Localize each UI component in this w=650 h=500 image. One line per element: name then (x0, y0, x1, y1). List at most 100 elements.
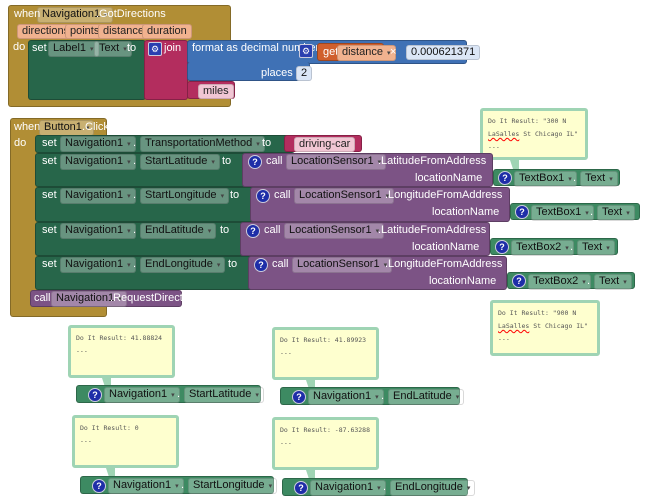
property-dropdown[interactable]: StartLatitude ▾ (184, 387, 264, 403)
help-icon[interactable]: ? (294, 481, 308, 495)
variable-dropdown[interactable]: distance ▾ (337, 45, 396, 61)
navigation1-dropdown[interactable]: Navigation1 ▾ (60, 136, 136, 152)
dot-label: . (133, 224, 137, 236)
comment-line: --- (488, 143, 500, 151)
help-icon[interactable]: ? (512, 274, 526, 288)
do-it-result-bubble[interactable]: Do It Result: 0 --- (72, 415, 179, 477)
location-sensor-dropdown[interactable]: LocationSensor1 ▾ (284, 223, 385, 239)
help-icon[interactable]: ? (292, 390, 306, 404)
property-dropdown[interactable]: TransportationMethod ▾ (140, 136, 265, 152)
property-dropdown[interactable]: StartLongitude ▾ (140, 188, 230, 204)
comment-line: LaSalles St Chicago IL" (498, 322, 589, 330)
do-it-result-bubble[interactable]: Do It Result: -87.63288 --- (272, 417, 379, 479)
set-label: set (32, 42, 47, 54)
dot-label: . (590, 206, 594, 218)
param-duration[interactable]: duration (142, 24, 192, 39)
text-property-dropdown[interactable]: Text ▾ (597, 205, 635, 221)
do-it-result-bubble[interactable]: Do It Result: 41.88824 --- (68, 325, 175, 387)
comment-line: Do It Result: "300 N (488, 117, 567, 125)
comment-line: LaSalles St Chicago IL" (488, 130, 579, 138)
help-icon[interactable]: ? (246, 224, 260, 238)
help-icon[interactable]: ? (495, 240, 509, 254)
event-name: .GotDirections (96, 8, 166, 20)
method-name: .LatitudeFromAddress (378, 155, 487, 167)
gear-icon[interactable]: ⚙ (299, 44, 313, 58)
text-property-dropdown[interactable]: Text ▾ (594, 274, 632, 290)
comment-bubble[interactable]: Do It Result: "300 N LaSalles St Chicago… (480, 108, 588, 169)
when-label: when (14, 121, 41, 133)
dot-label: . (587, 275, 591, 287)
text-property-dropdown[interactable]: Text ▾ (580, 171, 618, 187)
comment-line: --- (76, 347, 88, 355)
help-icon[interactable]: ? (88, 388, 102, 402)
miles-text-field[interactable]: miles (198, 84, 234, 99)
set-label: set (42, 189, 57, 201)
navigation1-dropdown[interactable]: Navigation1 ▾ (60, 223, 136, 239)
help-icon[interactable]: ? (254, 258, 268, 272)
dot-label: . (573, 172, 577, 184)
do-it-result-bubble[interactable]: Do It Result: 41.89923 --- (272, 327, 379, 389)
navigation1-dropdown[interactable]: Navigation1 ▾ (60, 154, 136, 170)
help-icon[interactable]: ? (498, 171, 512, 185)
navigation1-dropdown[interactable]: Navigation1 ▾ (308, 389, 384, 405)
location-sensor-dropdown[interactable]: LocationSensor1 ▾ (286, 154, 387, 170)
to-label: to (127, 42, 137, 54)
dot-label: . (133, 137, 137, 149)
gear-icon[interactable]: ⚙ (148, 42, 162, 56)
location-name-label: locationName (432, 206, 500, 218)
textbox-dropdown[interactable]: TextBox2 ▾ (528, 274, 591, 290)
property-dropdown[interactable]: StartLongitude ▾ (188, 478, 278, 494)
dot-label: . (133, 258, 137, 270)
location-name-label: locationName (415, 172, 483, 184)
do-it-result-text: Do It Result: -87.63288 (280, 426, 371, 434)
property-dropdown[interactable]: EndLatitude ▾ (388, 389, 465, 405)
call-label: call (274, 189, 291, 201)
transport-text-field[interactable]: driving-car (294, 137, 356, 152)
navigation1-dropdown[interactable]: Navigation1 ▾ (108, 478, 184, 494)
set-label: set (42, 155, 57, 167)
places-number-field[interactable]: 2 (296, 66, 313, 81)
join-label: join (164, 42, 182, 54)
to-label: to (228, 258, 238, 270)
property-dropdown[interactable]: EndLongitude ▾ (140, 257, 226, 273)
help-icon[interactable]: ? (248, 155, 262, 169)
textbox-dropdown[interactable]: TextBox1 ▾ (531, 205, 594, 221)
set-label: set (42, 258, 57, 270)
textbox-dropdown[interactable]: TextBox2 ▾ (511, 240, 574, 256)
factor-number-field[interactable]: 0.000621371 (406, 45, 481, 60)
navigation1-dropdown[interactable]: Navigation1 ▾ (60, 257, 136, 273)
help-icon[interactable]: ? (256, 189, 270, 203)
dot-label: . (383, 481, 387, 493)
help-icon[interactable]: ? (92, 479, 106, 493)
navigation1-dropdown[interactable]: Navigation1 ▾ (60, 188, 136, 204)
to-label: to (220, 224, 230, 236)
location-name-label: locationName (412, 241, 480, 253)
places-label: places (261, 67, 293, 79)
comment-line: --- (280, 349, 292, 357)
do-it-result-text: Do It Result: 41.89923 (280, 336, 367, 344)
property-dropdown[interactable]: StartLatitude ▾ (140, 154, 220, 170)
dot-label: . (177, 388, 181, 400)
comment-line: --- (80, 437, 92, 445)
navigation1-dropdown[interactable]: Navigation1 ▾ (310, 480, 386, 496)
do-it-result-text: Do It Result: 41.88824 (76, 334, 163, 342)
property-dropdown[interactable]: EndLatitude ▾ (140, 223, 217, 239)
do-label: do (13, 41, 26, 53)
method-name: .RequestDirections (110, 292, 203, 304)
dot-label: . (133, 155, 137, 167)
location-sensor-dropdown[interactable]: LocationSensor1 ▾ (292, 257, 393, 273)
label1-dropdown[interactable]: Label1 ▾ (48, 41, 99, 57)
dot-label: . (181, 479, 185, 491)
textbox-dropdown[interactable]: TextBox1 ▾ (514, 171, 577, 187)
dot-label: . (570, 241, 574, 253)
navigation1-dropdown[interactable]: Navigation1 ▾ (104, 387, 180, 403)
text-property-dropdown[interactable]: Text ▾ (577, 240, 615, 256)
multiply-operator[interactable]: × (390, 45, 396, 59)
property-dropdown[interactable]: EndLongitude ▾ (390, 480, 476, 496)
help-icon[interactable]: ? (515, 205, 529, 219)
location-sensor-dropdown[interactable]: LocationSensor1 ▾ (294, 188, 395, 204)
to-label: to (230, 189, 240, 201)
to-label: to (222, 155, 232, 167)
set-label: set (42, 224, 57, 236)
comment-bubble[interactable]: Do It Result: "900 N LaSalles St Chicago… (490, 300, 600, 356)
